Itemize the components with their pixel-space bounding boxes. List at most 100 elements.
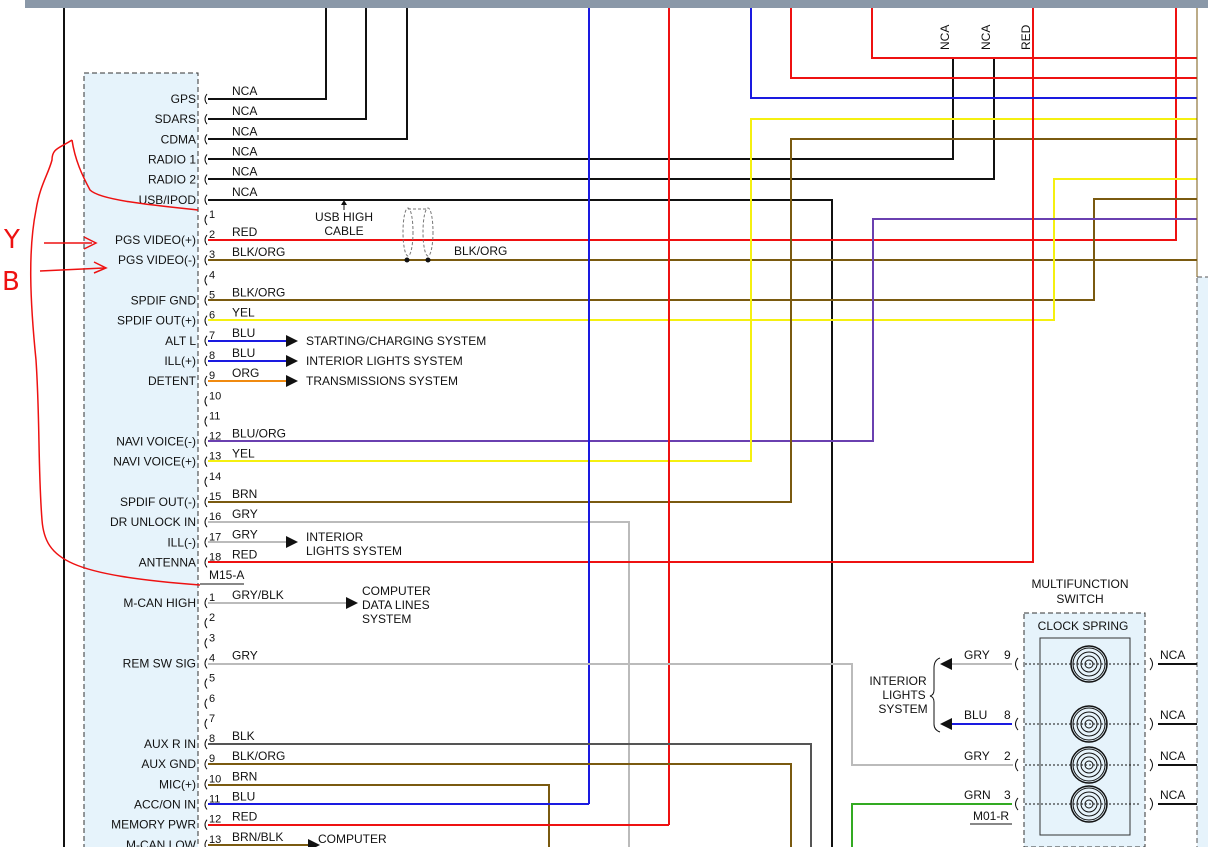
pin-name: GPS [171, 92, 196, 106]
pin-number: 6 [209, 310, 215, 322]
wire-color-label: BRN [232, 769, 257, 783]
pin-number: 12 [209, 431, 221, 443]
pin-number: 4 [209, 269, 215, 281]
shield-color-label: BLK/ORG [454, 244, 507, 258]
pin-number: 4 [209, 652, 215, 664]
cable-label-line1: USB HIGH [315, 210, 373, 224]
wire-color-label: GRY [232, 648, 258, 662]
pin-number: 7 [209, 330, 215, 342]
pin-terminal [204, 154, 208, 165]
pin-name: NAVI VOICE(+) [113, 455, 196, 469]
pin-terminal [204, 698, 208, 710]
pin-number: 5 [209, 673, 215, 685]
annotation-y: Y [3, 225, 20, 255]
mfs-terminal [1015, 797, 1019, 811]
right-module-edge [1196, 276, 1208, 847]
pin-name: SPDIF GND [131, 294, 197, 308]
pin-number: 11 [209, 794, 220, 806]
usb-cable-annotation: USB HIGH CABLE BLK/ORG [315, 200, 507, 263]
pin-name: PGS VIDEO(-) [118, 253, 196, 267]
pin-terminal [204, 113, 208, 125]
pin-number: 14 [209, 471, 221, 483]
top-border [25, 0, 1208, 8]
wire-color-label: BLU [232, 346, 255, 360]
wire-color-label: BLK/ORG [232, 245, 285, 259]
pin-name: ANTENNA [139, 555, 196, 569]
clock-spring-label: CLOCK SPRING [1038, 619, 1129, 633]
mfs-terminal [1015, 657, 1019, 671]
mfs-wire-color: GRY [964, 749, 990, 763]
pin-terminal [204, 597, 208, 609]
wiring-diagram: USB HIGH CABLE BLK/ORG STARTING/CHARGING… [2, 0, 1208, 847]
annotation-b: B [2, 267, 20, 297]
mfs-wire-color: BLU [964, 708, 987, 722]
pin-number: 8 [209, 350, 215, 362]
pin-name: SPDIF OUT(+) [117, 314, 196, 328]
pin-terminal [204, 476, 208, 488]
pin-number: 18 [209, 551, 221, 563]
pin-terminal [204, 375, 208, 387]
pin-terminal [204, 779, 208, 790]
wire-color-label: RED [232, 810, 258, 824]
pin-name: DETENT [148, 374, 197, 388]
mfs-interior-l2: LIGHTS [882, 688, 925, 702]
pin-number: 13 [209, 834, 221, 846]
starting-charging-label: STARTING/CHARGING SYSTEM [306, 334, 486, 348]
mfs-pin-number: 3 [1004, 788, 1011, 802]
pin-name: RADIO 2 [148, 173, 196, 187]
wires-connector-b [208, 602, 1013, 847]
wire-color-label: BLK/ORG [232, 286, 285, 300]
pin-number: 16 [209, 511, 221, 523]
pin-terminal [204, 234, 208, 246]
pin-terminal [204, 557, 208, 568]
pin-terminal [204, 738, 208, 750]
mfs-terminal [1015, 717, 1019, 731]
pin-number: 3 [209, 632, 215, 644]
pin-terminal [204, 658, 208, 669]
pin-name: AUX R IN [144, 737, 196, 751]
pin-number: 9 [209, 753, 215, 765]
interior-label-l1: INTERIOR [306, 530, 364, 544]
pin-number: 12 [209, 814, 221, 826]
wire-color-label: RED [232, 547, 258, 561]
mfs-out-label: NCA [1160, 648, 1185, 662]
pin-terminal [204, 637, 208, 649]
pin-terminal [204, 355, 208, 367]
pin-name: ILL(+) [164, 354, 196, 368]
wire-color-label: NCA [232, 84, 257, 98]
wire-color-label: BLU [232, 326, 255, 340]
pin-terminal [204, 617, 208, 629]
wire-color-label: NCA [232, 185, 257, 199]
conn-a-pin-row: 1 [204, 209, 215, 226]
pin-name: ILL(-) [167, 535, 196, 549]
pin-name: CDMA [161, 132, 196, 146]
pin-terminal [204, 133, 208, 145]
pin-terminal [204, 678, 208, 689]
pin-name: M-CAN HIGH [123, 596, 196, 610]
mfs-pin-number: 8 [1004, 708, 1011, 722]
transmission-label: TRANSMISSIONS SYSTEM [306, 374, 458, 388]
pin-terminal [204, 819, 208, 830]
pin-number: 17 [209, 531, 221, 543]
conn-a-pin-row: 10 [204, 390, 221, 407]
destination-labels: STARTING/CHARGING SYSTEM INTERIOR LIGHTS… [306, 334, 486, 846]
pin-number: 6 [209, 693, 215, 705]
wire-color-label: GRY [232, 507, 258, 521]
mfs-pin-number: 2 [1004, 749, 1011, 763]
wire-color-label: BLU [232, 790, 255, 804]
wire-color-label: BLU/ORG [232, 427, 286, 441]
conn-a-pin-row: 4 [204, 269, 215, 286]
pin-name: SPDIF OUT(-) [120, 495, 196, 509]
pin-name: NAVI VOICE(-) [116, 435, 196, 449]
wire-color-label: BLK/ORG [232, 749, 285, 763]
pin-terminal [204, 93, 208, 105]
wire-color-label: NCA [232, 165, 257, 179]
mfs-title-l2: SWITCH [1056, 592, 1103, 606]
pin-number: 1 [209, 592, 215, 604]
computer-label-l2: DATA LINES [362, 598, 430, 612]
pin-terminal [204, 799, 208, 810]
pin-terminal [204, 295, 208, 306]
pin-terminal [204, 758, 208, 770]
cable-label-line2: CABLE [324, 224, 363, 238]
pin-terminal [204, 456, 208, 468]
